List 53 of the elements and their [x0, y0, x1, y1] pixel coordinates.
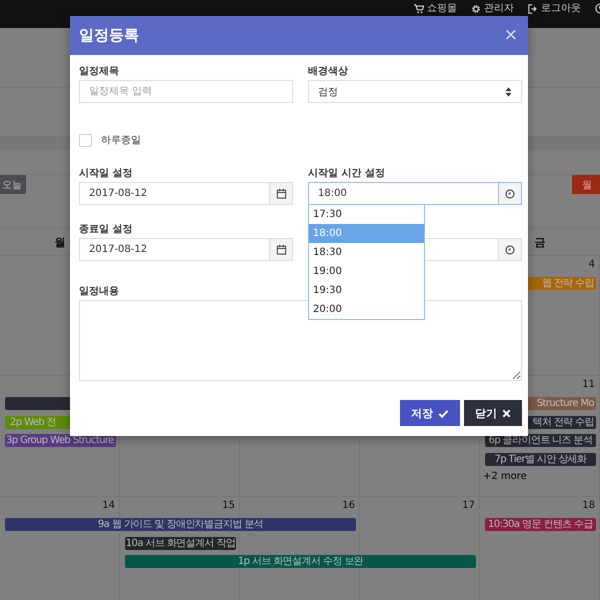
field-label: 일정내용 [79, 285, 119, 298]
date-number: 16 [342, 499, 356, 513]
end-date-field[interactable]: 2017-08-12 [79, 238, 270, 261]
save-button[interactable]: 저장 [400, 400, 460, 426]
color-select[interactable]: 검정 [308, 80, 522, 103]
today-button[interactable]: 오늘 [0, 175, 26, 194]
nav-link[interactable]: 관리자 [471, 3, 514, 14]
time-option[interactable]: 19:00 [309, 262, 424, 281]
time-option[interactable]: 19:30 [309, 281, 424, 300]
title-input-field[interactable]: 일정제목 입력 [79, 80, 293, 103]
nav-link[interactable]: 쇼핑몰 [414, 3, 457, 14]
sort-arrows-icon [505, 86, 512, 96]
event-bar[interactable]: 7p Tier별 시안 상세화 [485, 452, 596, 466]
event-bar[interactable]: 9a 웹 가이드 및 장애인차별금지법 분석 [5, 518, 356, 531]
nav-link[interactable]: 로그아웃 [528, 3, 581, 14]
start-date-field[interactable]: 2017-08-12 [79, 182, 270, 205]
event-bar[interactable]: 3p Group Web Structure [5, 434, 116, 447]
check-icon [438, 408, 449, 418]
date-number: 18 [582, 499, 596, 513]
clock-icon[interactable] [499, 182, 522, 205]
event-bar[interactable]: 1p 서브 화면설계서 수정 보완 [125, 555, 476, 568]
date-number: 11 [582, 378, 596, 392]
checkbox[interactable] [79, 134, 92, 146]
date-number: 14 [102, 499, 116, 513]
more-link[interactable]: +2 more [483, 471, 527, 483]
time-option[interactable]: 17:30 [309, 205, 424, 224]
date-number: 4 [588, 258, 596, 272]
month-view-button[interactable]: 월 [572, 175, 600, 194]
start-time-field[interactable]: 18:00 [308, 182, 499, 205]
gear-icon [471, 4, 481, 14]
sign-out-icon [528, 4, 538, 14]
field-label: 시작일 시간 설정 [308, 167, 386, 180]
field-label: 배경색상 [308, 65, 349, 78]
date-number: 17 [462, 499, 476, 513]
event-bar[interactable]: 10:30a 영문 컨텐츠 수급 [485, 518, 596, 531]
weekday-header: 금 [534, 234, 546, 250]
field-label: 종료일 설정 [79, 223, 134, 236]
clock-icon[interactable] [499, 238, 522, 261]
field-label: 시작일 설정 [79, 167, 134, 180]
checkbox-label: 하루종일 [101, 134, 141, 147]
calendar-icon[interactable] [270, 182, 293, 205]
modal-title: 일정등록 [79, 26, 139, 45]
event-bar[interactable]: 10a 서브 화면설계서 작업 [125, 536, 236, 550]
calendar-icon[interactable] [270, 238, 293, 261]
time-option[interactable]: 18:30 [309, 243, 424, 262]
cart-icon [414, 4, 424, 14]
date-number: 15 [222, 499, 236, 513]
close-modal-button[interactable]: 닫기 [464, 400, 522, 426]
field-label: 일정제목 [79, 65, 120, 78]
close-button[interactable]: × [502, 27, 520, 44]
event-bar[interactable]: 6p 클라이언트 니즈 분석 [485, 434, 596, 447]
time-option[interactable]: 20:00 [309, 300, 424, 319]
close-icon [502, 408, 511, 418]
